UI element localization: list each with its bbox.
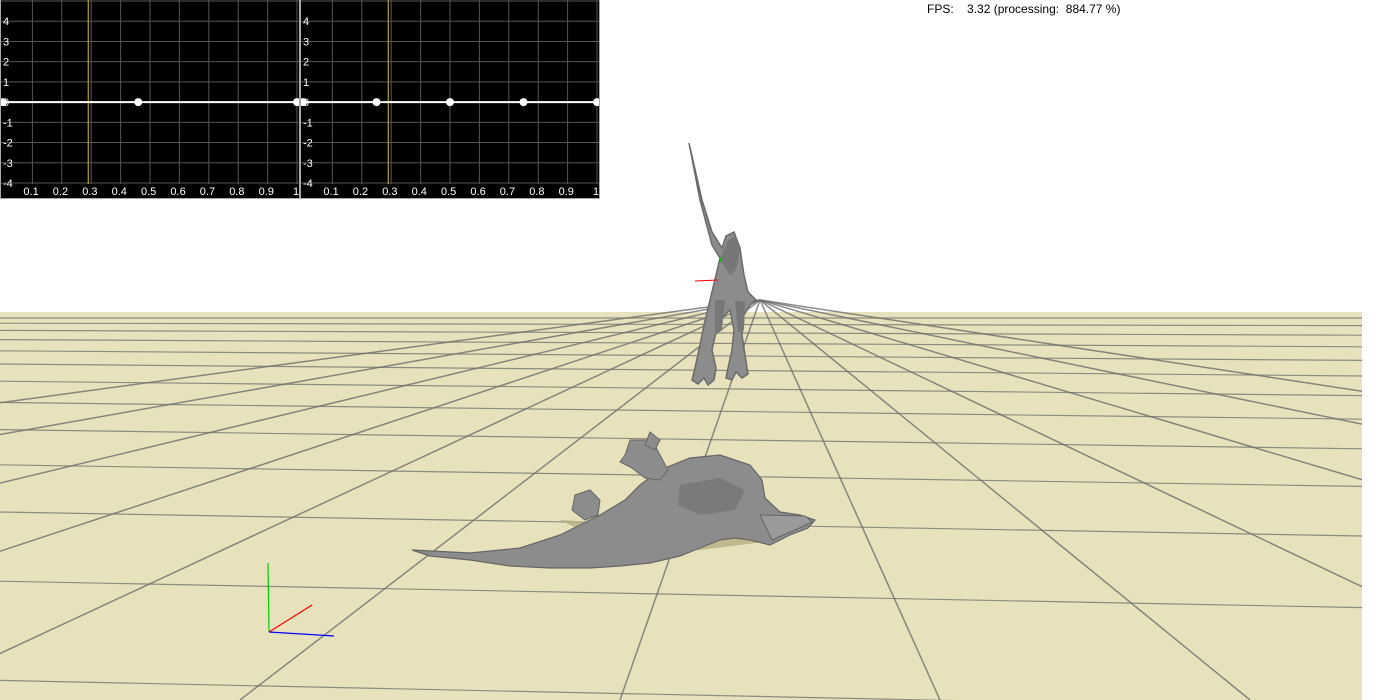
graph-x-tick-label: 0.5	[141, 186, 156, 198]
graph-keyframe-point	[293, 98, 299, 107]
graph-x-tick-label: 0.1	[23, 186, 38, 198]
graph-x-tick-label: 0.7	[500, 186, 515, 198]
graph-keyframe-point	[134, 98, 143, 107]
graph-x-tick-label: 0.2	[53, 186, 68, 198]
graph-y-tick-label: 4	[3, 16, 9, 28]
fps-value: 3.32	[967, 2, 991, 16]
graph-x-tick-label: 0.8	[529, 186, 544, 198]
graph-x-tick-label: 1	[293, 186, 299, 198]
graph-y-tick-label: -1	[303, 117, 313, 129]
graph-keyframe-point	[593, 98, 599, 107]
curve-graph-right-canvas[interactable]: 4 3 2 1 0 -1 -2 -3 -4 0.1 0.2 0.3 0.4 0.5 0.6 0.7 0.8 0.9…	[301, 0, 599, 198]
fps-readout: FPS: 3.32 (processing: 884.77 %)	[927, 2, 1120, 16]
processing-label: (processing:	[993, 2, 1060, 16]
curve-graph-left[interactable]: 4 3 2 1 0 -1 -2 -3 -4 0.1 0.2 0.3 0.4 0.5 0.6 0.7 0.8 0.9…	[0, 0, 300, 199]
graph-x-tick-label: 0.3	[382, 186, 397, 198]
graph-x-tick-label: 0.1	[323, 186, 338, 198]
graph-x-tick-label: 0.2	[353, 186, 368, 198]
graph-keyframe-point	[372, 98, 381, 107]
graph-y-tick-label: -4	[303, 178, 313, 190]
graph-x-tick-label: 0.4	[112, 186, 127, 198]
graph-y-tick-label: 0	[303, 97, 309, 109]
graph-y-tick-label: -4	[3, 178, 13, 190]
graph-y-tick-label: 1	[303, 77, 309, 89]
curve-graph-right[interactable]: 4 3 2 1 0 -1 -2 -3 -4 0.1 0.2 0.3 0.4 0.5 0.6 0.7 0.8 0.9…	[300, 0, 600, 199]
graph-y-tick-label: -3	[3, 158, 13, 170]
graph-y-tick-label: -2	[303, 138, 313, 150]
graph-x-tick-label: 0.5	[441, 186, 456, 198]
graph-y-tick-label: 2	[3, 57, 9, 69]
graph-x-tick-label: 0.8	[229, 186, 244, 198]
graph-x-tick-label: 0.3	[82, 186, 97, 198]
graph-x-tick-label: 0.4	[412, 186, 427, 198]
graph-x-tick-label: 0.7	[200, 186, 215, 198]
graph-x-tick-label: 0.6	[470, 186, 485, 198]
graph-y-tick-label: -3	[303, 158, 313, 170]
graph-y-tick-label: 3	[3, 36, 9, 48]
graph-keyframe-point	[519, 98, 528, 107]
3d-viewport[interactable]: 4 3 2 1 0 -1 -2 -3 -4 0.1 0.2 0.3 0.4 0.5 0.6 0.7 0.8 0.9…	[0, 0, 1362, 700]
graph-keyframe-point	[446, 98, 454, 107]
graph-y-tick-label: -1	[3, 117, 13, 129]
graph-y-tick-label: 3	[303, 36, 309, 48]
graph-y-tick-label: 0	[3, 97, 9, 109]
fps-label: FPS:	[927, 2, 954, 16]
graph-x-tick-label: 0.9	[259, 186, 274, 198]
graph-x-tick-label: 0.6	[170, 186, 185, 198]
graph-y-tick-label: 1	[3, 77, 9, 89]
graph-x-tick-label: 0.9	[559, 186, 574, 198]
graph-y-tick-label: -2	[3, 138, 13, 150]
graph-y-tick-label: 2	[303, 57, 309, 69]
graph-x-tick-label: 1	[593, 186, 599, 198]
graph-y-tick-label: 4	[303, 16, 309, 28]
curve-graph-left-canvas[interactable]: 4 3 2 1 0 -1 -2 -3 -4 0.1 0.2 0.3 0.4 0.5 0.6 0.7 0.8 0.9…	[1, 0, 299, 198]
processing-value: 884.77 %)	[1065, 2, 1121, 16]
